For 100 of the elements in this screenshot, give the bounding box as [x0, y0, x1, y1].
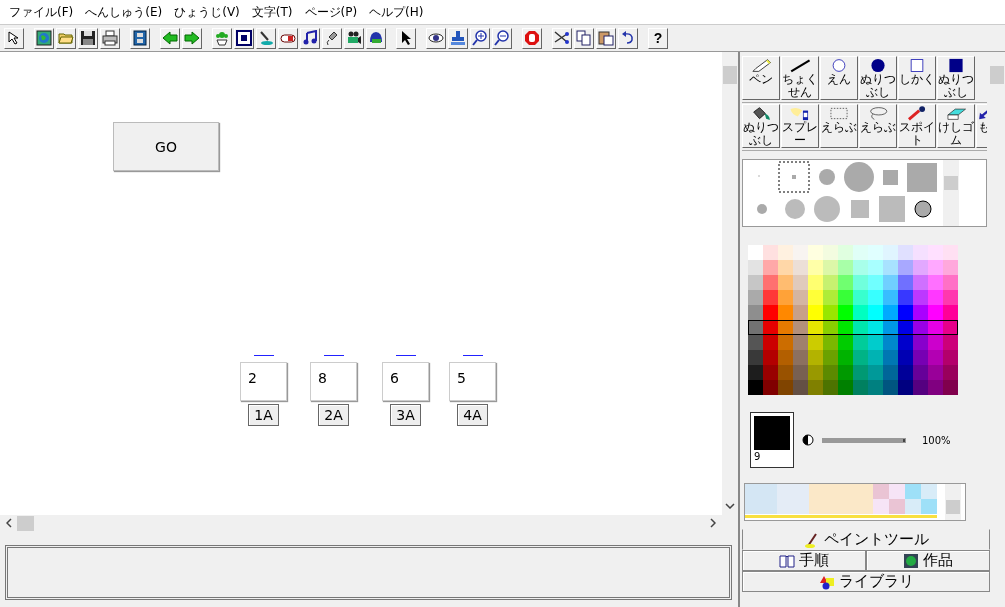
- toolbar-button[interactable]: [100, 27, 120, 49]
- paint-tool-button[interactable]: えらぶ: [859, 104, 897, 148]
- paint-tool-button[interactable]: ペン: [742, 56, 780, 100]
- zoom-in-icon: [472, 30, 488, 46]
- spray-can-icon: [789, 106, 811, 121]
- contrast-icon: [802, 434, 814, 446]
- globe-icon: [903, 552, 919, 569]
- eraser-icon: [945, 106, 967, 121]
- scrollbar-thumb[interactable]: [989, 66, 1004, 84]
- card-label-button[interactable]: 2A: [318, 404, 349, 426]
- toolbar-button[interactable]: [426, 27, 446, 49]
- paint-tool-button[interactable]: えらぶ: [820, 104, 858, 148]
- printer-icon: [102, 30, 118, 46]
- menu-item[interactable]: ページ(P): [299, 3, 363, 21]
- line-icon: [789, 58, 811, 73]
- scrollbar-thumb[interactable]: [723, 66, 737, 84]
- toolbar-button[interactable]: ?: [648, 27, 668, 49]
- left-arrow-icon: [162, 30, 178, 46]
- color-palette[interactable]: [748, 245, 958, 395]
- toolbar-button[interactable]: [552, 27, 572, 49]
- copy-icon: [576, 30, 592, 46]
- brush-icon: [258, 30, 274, 46]
- paint-tool-button[interactable]: スプレー: [781, 104, 819, 148]
- dashed-rectangle-icon: [828, 106, 850, 121]
- stop-hand-icon: [524, 30, 540, 46]
- toolbar-button[interactable]: [366, 27, 386, 49]
- helmet-icon: [368, 30, 384, 46]
- save-icon: [80, 30, 96, 46]
- paint-bucket-icon: [750, 106, 772, 121]
- left-chevron-icon[interactable]: [6, 518, 12, 528]
- toolbar-button[interactable]: [300, 27, 320, 49]
- camera-icon: [346, 30, 362, 46]
- go-button[interactable]: GO: [113, 122, 219, 171]
- paint-tool-button[interactable]: えん: [820, 56, 858, 100]
- eye-icon: [428, 30, 444, 46]
- menu-item[interactable]: ファイル(F): [4, 3, 79, 21]
- scissors-icon: [554, 30, 570, 46]
- card-label-button[interactable]: 4A: [457, 404, 488, 426]
- toolbar-button[interactable]: [618, 27, 638, 49]
- toolbar-button[interactable]: [34, 27, 54, 49]
- menu-item[interactable]: へんしゅう(E): [80, 3, 168, 21]
- number-card: 6: [382, 362, 429, 401]
- lasso-icon: [867, 106, 889, 121]
- film-icon: [132, 30, 148, 46]
- toolbar-button[interactable]: [344, 27, 364, 49]
- scrollbar-thumb[interactable]: [946, 500, 960, 514]
- pencil-icon: [750, 58, 772, 73]
- toolbar-button[interactable]: [448, 27, 468, 49]
- opacity-slider[interactable]: [822, 437, 906, 443]
- menu-item[interactable]: 文字(T): [246, 3, 298, 21]
- paint-tool-button[interactable]: ぬりつぶし: [859, 56, 897, 100]
- down-chevron-icon[interactable]: [725, 503, 735, 509]
- menu-item[interactable]: ヘルプ(H): [364, 3, 429, 21]
- paint-tool-button[interactable]: ちょくせん: [781, 56, 819, 100]
- text-frame-icon: [236, 30, 252, 46]
- zoom-out-icon: [494, 30, 510, 46]
- scrollbar-thumb[interactable]: [17, 515, 34, 531]
- vertical-scrollbar[interactable]: [943, 160, 959, 226]
- tab[interactable]: 作品: [866, 550, 990, 571]
- undo-icon: [620, 30, 636, 46]
- toolbar-button[interactable]: [322, 27, 342, 49]
- toolbar-button[interactable]: [596, 27, 616, 49]
- paint-tool-button[interactable]: ぬりつぶし: [742, 104, 780, 148]
- toolbar-button[interactable]: [4, 27, 24, 49]
- paste-icon: [598, 30, 614, 46]
- folder-icon: [58, 30, 74, 46]
- tab[interactable]: ライブラリ: [742, 571, 990, 592]
- underline: [395, 355, 416, 356]
- vertical-scrollbar[interactable]: [945, 484, 961, 520]
- tab[interactable]: ペイントツール: [742, 529, 990, 550]
- number-card: 5: [449, 362, 496, 401]
- tab[interactable]: 手順: [742, 550, 866, 571]
- right-chevron-icon[interactable]: [710, 518, 716, 528]
- toolbar-button[interactable]: [234, 27, 254, 49]
- globe-icon: [36, 30, 52, 46]
- stamp-icon: [450, 30, 466, 46]
- paint-tool-button[interactable]: しかく: [898, 56, 936, 100]
- opacity-reading: 100%: [922, 434, 951, 446]
- toolbar-button[interactable]: [396, 27, 416, 49]
- toolbar-button[interactable]: [492, 27, 512, 49]
- card-label-button[interactable]: 1A: [248, 404, 279, 426]
- paintbrush-icon: [803, 531, 820, 548]
- current-color-swatch: 9: [750, 412, 794, 468]
- scrollbar-thumb[interactable]: [944, 176, 958, 190]
- music-note-icon: [302, 30, 318, 46]
- toolbar-button[interactable]: [574, 27, 594, 49]
- plant-icon: [214, 30, 230, 46]
- menu-item[interactable]: ひょうじ(V): [169, 3, 245, 21]
- underline: [323, 355, 344, 356]
- card-label-button[interactable]: 3A: [390, 404, 421, 426]
- microphone-icon: [324, 30, 340, 46]
- book-icon: [779, 552, 795, 569]
- toolbar-button[interactable]: [130, 27, 150, 49]
- toolbar-button[interactable]: [78, 27, 98, 49]
- paint-tool-button[interactable]: ぬりつぶし: [937, 56, 975, 100]
- toolbar-button[interactable]: [470, 27, 490, 49]
- toolbar-button[interactable]: [278, 27, 298, 49]
- paint-tool-button[interactable]: けしゴム: [937, 104, 975, 148]
- toolbar-button[interactable]: [256, 27, 276, 49]
- paint-tool-button[interactable]: スポイト: [898, 104, 936, 148]
